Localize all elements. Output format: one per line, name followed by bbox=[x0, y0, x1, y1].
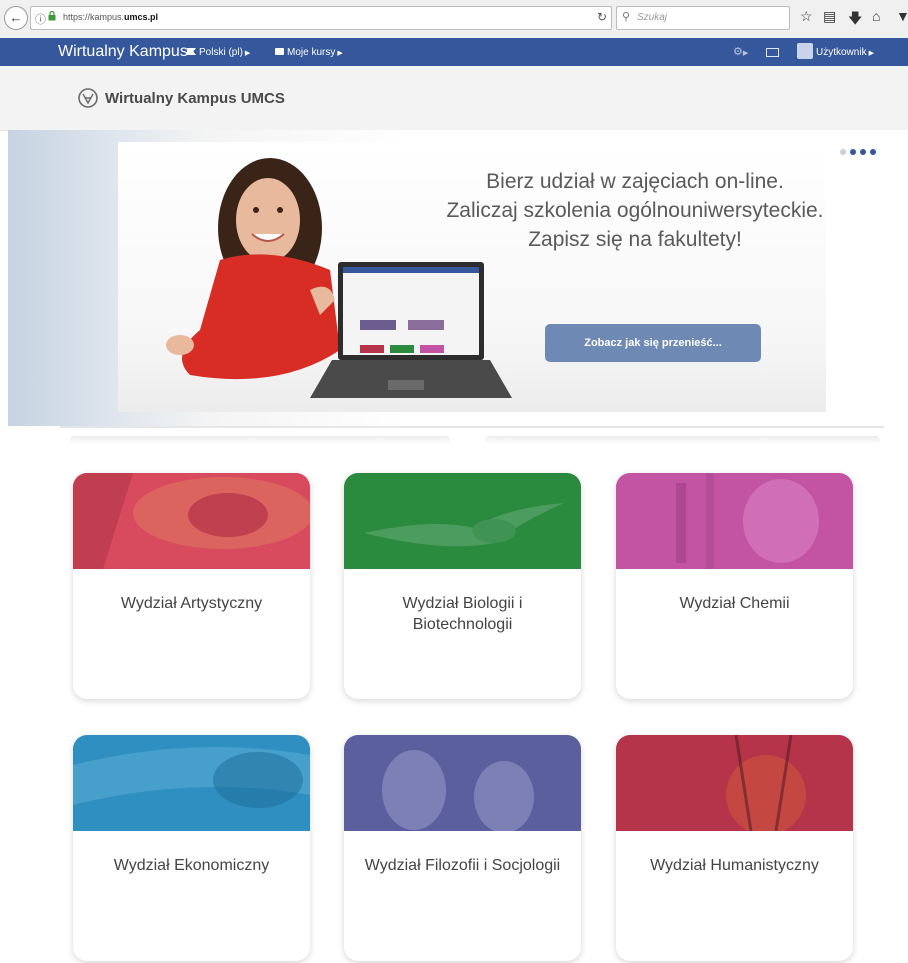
faculty-card-artystyczny[interactable]: Wydział Artystyczny bbox=[73, 473, 310, 699]
faculty-image bbox=[616, 735, 853, 831]
see-how-to-move-button[interactable]: Zobacz jak się przenieść... bbox=[545, 324, 761, 362]
gear-icon[interactable]: ⚙▶ bbox=[733, 45, 748, 58]
language-menu[interactable]: Polski (pl) ▶ bbox=[187, 47, 250, 58]
mail-icon[interactable] bbox=[766, 48, 779, 57]
faculty-title: Wydział Humanistyczny bbox=[650, 857, 819, 874]
caret-right-icon: ▶ bbox=[868, 50, 874, 57]
search-input[interactable]: ⚲ Szukaj bbox=[616, 6, 790, 30]
avatar[interactable] bbox=[797, 43, 813, 59]
faculty-card-biologii[interactable]: Wydział Biologii i Biotechnologii bbox=[344, 473, 581, 699]
url-domain: umcs.pl bbox=[124, 12, 159, 22]
site-name[interactable]: Wirtualny Kampus UMCS bbox=[105, 90, 285, 107]
lock-icon bbox=[48, 11, 56, 21]
search-placeholder: Szukaj bbox=[637, 12, 668, 23]
faculty-card-ekonomiczny[interactable]: Wydział Ekonomiczny bbox=[73, 735, 310, 961]
faculty-title: Wydział Artystyczny bbox=[120, 595, 263, 612]
faculty-card-chemii[interactable]: Wydział Chemii bbox=[616, 473, 853, 699]
faculty-card-humanistyczny[interactable]: Wydział Humanistyczny bbox=[616, 735, 853, 961]
search-icon: ⚲ bbox=[622, 11, 631, 23]
url-prefix: https://kampus. bbox=[63, 12, 125, 22]
download-icon[interactable]: 🡇 bbox=[848, 8, 862, 32]
slide-indicator[interactable] bbox=[840, 149, 846, 155]
url-text: https://kampus.umcs.pl bbox=[63, 12, 158, 22]
divider bbox=[485, 436, 880, 444]
umcs-logo-icon[interactable] bbox=[78, 87, 98, 109]
language-label: Polski (pl) bbox=[199, 47, 243, 58]
user-menu[interactable]: Użytkownik ▶ bbox=[816, 47, 874, 58]
flag-icon bbox=[187, 48, 196, 55]
faculty-image bbox=[344, 473, 581, 569]
divider bbox=[60, 426, 884, 428]
caret-right-icon: ▶ bbox=[244, 50, 251, 57]
back-arrow-icon[interactable]: ← bbox=[4, 6, 28, 30]
browser-toolbar: ← ⓘ https://kampus.umcs.pl ↻ ⚲ Szukaj ☆ … bbox=[0, 0, 908, 39]
address-bar[interactable]: ⓘ https://kampus.umcs.pl ↻ bbox=[30, 6, 612, 30]
briefcase-icon bbox=[275, 48, 284, 55]
info-icon[interactable]: ⓘ bbox=[35, 11, 46, 27]
hero-headline-3: Zapisz się na fakultety! bbox=[528, 228, 742, 251]
faculty-title: Wydział Ekonomiczny bbox=[113, 857, 270, 874]
slide-indicator[interactable] bbox=[860, 149, 866, 155]
navbar-brand[interactable]: Wirtualny Kampus bbox=[58, 43, 188, 61]
bookmark-star-icon[interactable]: ☆ bbox=[800, 8, 813, 25]
library-icon[interactable]: ▤ bbox=[823, 8, 836, 25]
faculty-card-filozofii[interactable]: Wydział Filozofii i Socjologii bbox=[344, 735, 581, 961]
top-navbar: Wirtualny Kampus Polski (pl) ▶ Moje kursy… bbox=[0, 38, 908, 66]
pocket-icon[interactable]: ▼ bbox=[896, 8, 908, 24]
slide-indicator[interactable] bbox=[850, 149, 856, 155]
my-courses-menu[interactable]: Moje kursy ▶ bbox=[275, 47, 343, 58]
faculty-title: Wydział Biologii i Biotechnologii bbox=[402, 595, 523, 633]
user-label: Użytkownik bbox=[816, 47, 867, 58]
faculty-image bbox=[344, 735, 581, 831]
faculty-image bbox=[73, 473, 310, 569]
hero-headline-1: Bierz udział w zajęciach on-line. bbox=[486, 170, 784, 193]
faculty-image bbox=[616, 473, 853, 569]
reload-icon[interactable]: ↻ bbox=[597, 10, 607, 24]
my-courses-label: Moje kursy bbox=[287, 47, 336, 58]
faculty-title: Wydział Chemii bbox=[679, 595, 790, 612]
caret-right-icon: ▶ bbox=[337, 50, 343, 57]
slide-indicator[interactable] bbox=[870, 149, 876, 155]
faculty-image bbox=[73, 735, 310, 831]
faculty-title: Wydział Filozofii i Socjologii bbox=[364, 857, 561, 874]
hero-headline-2: Zaliczaj szkolenia ogólnouniwersyteckie. bbox=[446, 199, 824, 222]
home-icon[interactable]: ⌂ bbox=[872, 8, 880, 24]
divider bbox=[70, 436, 450, 444]
